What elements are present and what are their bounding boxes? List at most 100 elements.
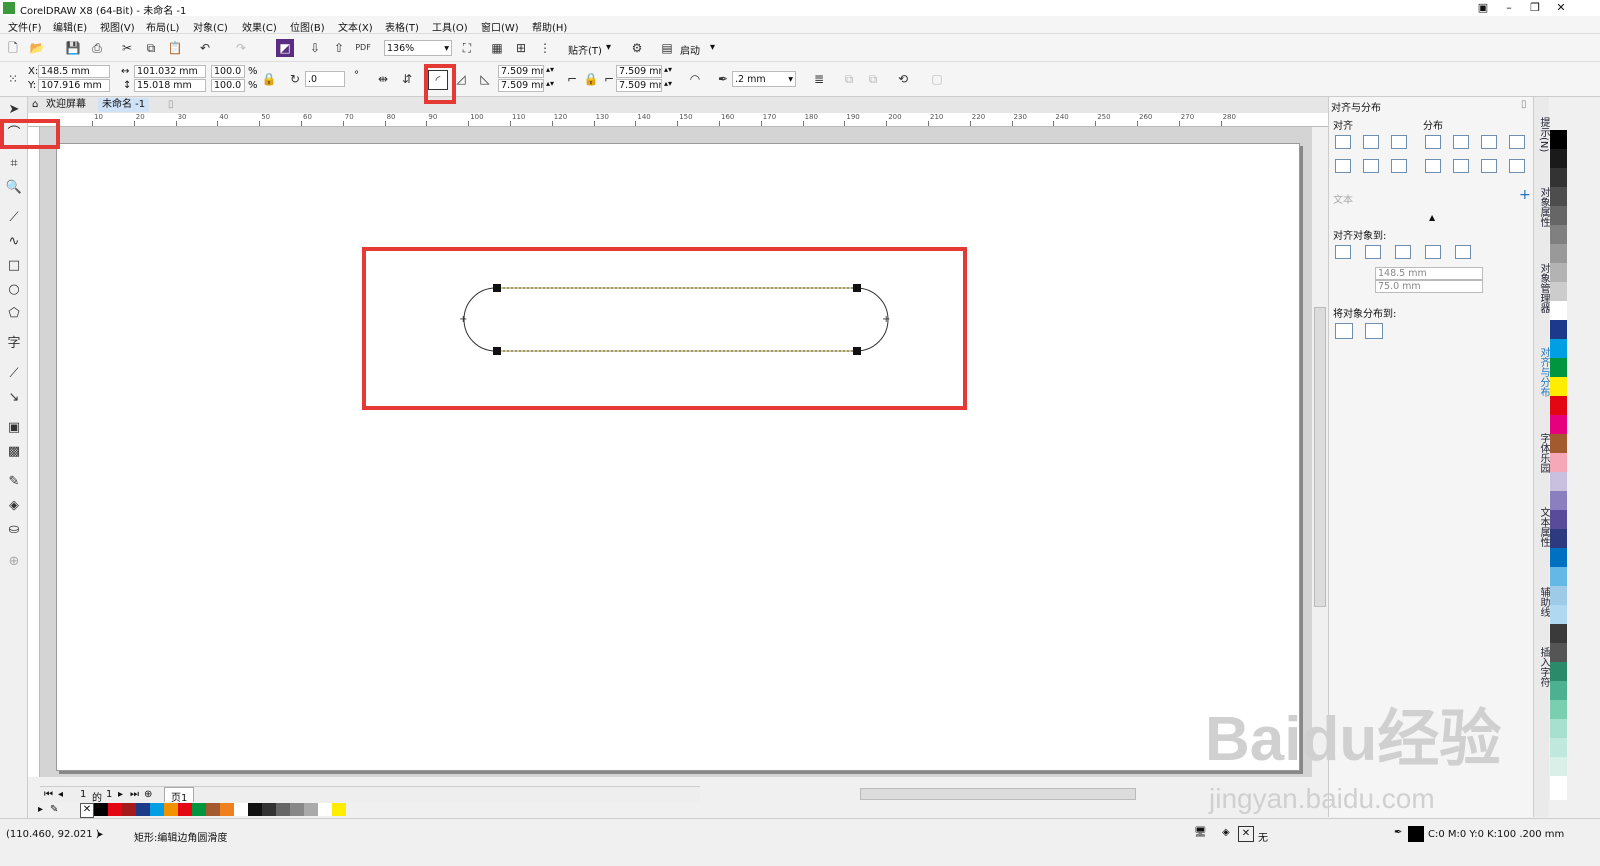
palette-swatch[interactable] xyxy=(178,803,192,816)
palette-swatch[interactable] xyxy=(1550,301,1567,320)
distribute-spacing-horizontal-icon[interactable] xyxy=(1509,135,1525,149)
palette-swatch[interactable] xyxy=(290,803,304,816)
palette-swatch[interactable] xyxy=(1550,377,1567,396)
palette-swatch[interactable] xyxy=(1550,206,1567,225)
palette-swatch[interactable] xyxy=(1550,453,1567,472)
specified-point-icon[interactable] xyxy=(1455,245,1471,259)
distribute-top-icon[interactable] xyxy=(1425,159,1441,173)
docker-close-icon[interactable]: ▯ xyxy=(1521,99,1527,110)
palette-swatch[interactable] xyxy=(1550,358,1567,377)
palette-swatch[interactable] xyxy=(136,803,150,816)
palette-swatch[interactable] xyxy=(1550,529,1567,548)
distribute-page-extent-icon[interactable] xyxy=(1365,323,1383,339)
palette-swatch[interactable] xyxy=(1550,149,1567,168)
align-to-label: 对齐对象到: xyxy=(1333,231,1387,242)
page-edge-icon[interactable] xyxy=(1365,245,1381,259)
palette-swatch[interactable] xyxy=(1550,510,1567,529)
palette-swatch[interactable] xyxy=(276,803,290,816)
align-top-icon[interactable] xyxy=(1335,159,1351,173)
palette-swatch[interactable] xyxy=(1550,244,1567,263)
palette-swatch[interactable] xyxy=(192,803,206,816)
docker-tab-hints[interactable]: 提示(N) xyxy=(1536,117,1551,152)
palette-swatch[interactable] xyxy=(122,803,136,816)
distribute-middle-icon[interactable] xyxy=(1453,159,1469,173)
palette-swatch[interactable] xyxy=(220,803,234,816)
align-right-icon[interactable] xyxy=(1391,135,1407,149)
palette-swatch[interactable] xyxy=(262,803,276,816)
palette-swatch[interactable] xyxy=(150,803,164,816)
docker-tab-guidelines[interactable]: 辅助线 xyxy=(1536,587,1551,617)
palette-swatch[interactable] xyxy=(332,803,346,816)
align-y-field[interactable]: 75.0 mm xyxy=(1375,280,1483,293)
last-page-icon[interactable]: ⏭ xyxy=(130,789,139,800)
align-center-horizontal-icon[interactable] xyxy=(1363,135,1379,149)
docker-tab-font-playground[interactable]: 字体乐园 xyxy=(1536,433,1551,473)
palette-swatch[interactable] xyxy=(94,803,108,816)
align-center-vertical-icon[interactable] xyxy=(1363,159,1379,173)
highlight-round-corner-button xyxy=(424,64,456,104)
active-objects-icon[interactable] xyxy=(1335,245,1351,259)
distribute-center-icon[interactable] xyxy=(1453,135,1469,149)
next-page-icon[interactable]: ▸ xyxy=(118,789,123,800)
palette-swatch[interactable] xyxy=(1550,586,1567,605)
align-left-icon[interactable] xyxy=(1335,135,1351,149)
distribute-bottom-icon[interactable] xyxy=(1481,159,1497,173)
page-current: 1 xyxy=(80,789,87,800)
status-expand-icon[interactable]: ▸ xyxy=(98,829,103,840)
status-message: 矩形:编辑边角圆滑度 xyxy=(134,833,228,844)
palette-swatch[interactable] xyxy=(1550,282,1567,301)
palette-swatch[interactable] xyxy=(234,803,248,816)
add-icon[interactable]: + xyxy=(1519,187,1531,203)
distribute-right-icon[interactable] xyxy=(1481,135,1497,149)
align-x-field[interactable]: 148.5 mm xyxy=(1375,267,1483,280)
palette-swatch[interactable] xyxy=(304,803,318,816)
align-bottom-icon[interactable] xyxy=(1391,159,1407,173)
first-page-icon[interactable]: ⏮ xyxy=(44,789,53,800)
palette-swatch[interactable] xyxy=(1550,548,1567,567)
page-navigator: ⏮ ◂ 1 的 1 ▸ ⏭ ⊕ 页1 xyxy=(40,786,700,806)
collapse-arrow-icon[interactable]: ▲ xyxy=(1429,213,1435,222)
watermark-main: Baidu经验 xyxy=(1205,705,1501,774)
palette-swatch[interactable] xyxy=(1550,434,1567,453)
palette-swatch[interactable] xyxy=(1550,396,1567,415)
vertical-scroll-thumb[interactable] xyxy=(1314,307,1326,607)
highlight-shape-box xyxy=(362,247,967,410)
palette-swatch[interactable] xyxy=(1550,168,1567,187)
page-total: 1 xyxy=(106,789,113,800)
palette-swatch[interactable] xyxy=(1550,643,1567,662)
palette-swatch[interactable] xyxy=(248,803,262,816)
palette-swatch[interactable] xyxy=(1550,263,1567,282)
palette-menu-icon[interactable]: ▸ xyxy=(38,804,43,815)
palette-swatch[interactable] xyxy=(318,803,332,816)
palette-swatch[interactable] xyxy=(1550,225,1567,244)
palette-swatch[interactable] xyxy=(1550,605,1567,624)
palette-swatch[interactable] xyxy=(1550,491,1567,510)
palette-swatch[interactable] xyxy=(1550,415,1567,434)
palette-swatch[interactable] xyxy=(1550,662,1567,681)
add-page-icon[interactable]: ⊕ xyxy=(144,789,152,800)
palette-swatch[interactable] xyxy=(1550,472,1567,491)
eyedropper-icon[interactable]: ✎ xyxy=(50,804,58,815)
palette-swatch[interactable] xyxy=(1550,339,1567,358)
distribute-selection-extent-icon[interactable] xyxy=(1335,323,1353,339)
no-color-swatch[interactable]: ✕ xyxy=(80,803,94,818)
baidu-watermark: Baidu经验 jingyan.baidu.com xyxy=(1205,705,1501,814)
docker-tab-align-distribute[interactable]: 对齐与分布 xyxy=(1536,347,1551,397)
palette-swatch[interactable] xyxy=(1550,320,1567,339)
distribute-spacing-vertical-icon[interactable] xyxy=(1509,159,1525,173)
docker-tab-text-properties[interactable]: 文本属性 xyxy=(1536,507,1551,547)
palette-swatch[interactable] xyxy=(1550,130,1567,149)
previous-page-icon[interactable]: ◂ xyxy=(58,789,63,800)
palette-swatch[interactable] xyxy=(108,803,122,816)
palette-swatch[interactable] xyxy=(1550,187,1567,206)
palette-swatch[interactable] xyxy=(164,803,178,816)
distribute-left-icon[interactable] xyxy=(1425,135,1441,149)
docker-tab-object-properties[interactable]: 对象属性 xyxy=(1536,187,1551,227)
palette-swatch[interactable] xyxy=(1550,567,1567,586)
palette-swatch[interactable] xyxy=(206,803,220,816)
horizontal-scroll-thumb[interactable] xyxy=(860,788,1136,800)
palette-swatch[interactable] xyxy=(1550,624,1567,643)
docker-tab-object-manager[interactable]: 对象管理器 xyxy=(1536,263,1551,313)
grid-icon[interactable] xyxy=(1425,245,1441,259)
page-center-icon[interactable] xyxy=(1395,245,1411,259)
